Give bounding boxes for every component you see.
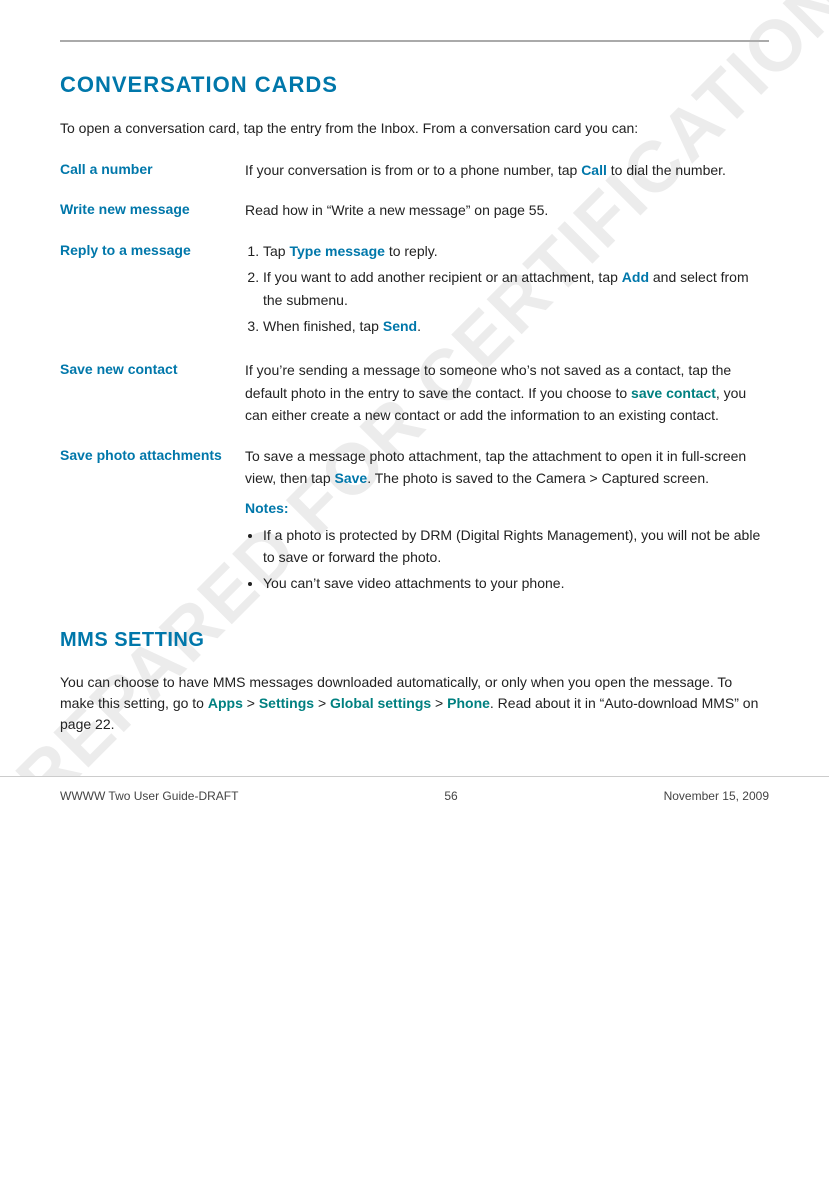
top-rule	[60, 40, 769, 42]
reply-step-3: When finished, tap Send.	[263, 315, 769, 337]
notes-label: Notes:	[245, 497, 769, 519]
desc-save-contact: If you’re sending a message to someone w…	[245, 359, 769, 426]
save-photo-para: To save a message photo attachment, tap …	[245, 445, 769, 490]
apps-link: Apps	[208, 695, 243, 711]
desc-save-photo: To save a message photo attachment, tap …	[245, 445, 769, 599]
phone-link: Phone	[447, 695, 490, 711]
term-call-number: Call a number	[60, 159, 245, 180]
def-row-reply: Reply to a message Tap Type message to r…	[60, 240, 769, 342]
send-link: Send	[383, 318, 417, 334]
reply-step-2: If you want to add another recipient or …	[263, 266, 769, 311]
mms-setting-para: You can choose to have MMS messages down…	[60, 672, 769, 735]
term-save-photo: Save photo attachments	[60, 445, 245, 466]
intro-paragraph: To open a conversation card, tap the ent…	[60, 118, 769, 139]
reply-step-1: Tap Type message to reply.	[263, 240, 769, 262]
add-link: Add	[622, 269, 649, 285]
desc-reply-message: Tap Type message to reply. If you want t…	[245, 240, 769, 342]
def-row-save-photo: Save photo attachments To save a message…	[60, 445, 769, 599]
page: PREPARED FOR CERTIFICATION CONVERSATION …	[0, 0, 829, 815]
desc-call-number: If your conversation is from or to a pho…	[245, 159, 769, 181]
term-write-message: Write new message	[60, 199, 245, 220]
call-link: Call	[581, 162, 607, 178]
section-divider: MMS SETTING	[60, 629, 769, 652]
term-save-contact: Save new contact	[60, 359, 245, 380]
def-row-write: Write new message Read how in “Write a n…	[60, 199, 769, 221]
def-row-save-contact: Save new contact If you’re sending a mes…	[60, 359, 769, 426]
footer: WWWW Two User Guide-DRAFT 56 November 15…	[0, 776, 829, 815]
settings-link: Settings	[259, 695, 314, 711]
content-area: CONVERSATION CARDS To open a conversatio…	[60, 72, 769, 735]
note-item-2: You can’t save video attachments to your…	[263, 572, 769, 594]
type-message-link: Type message	[289, 243, 384, 259]
global-settings-link: Global settings	[330, 695, 431, 711]
save-link: Save	[335, 470, 368, 486]
term-reply-message: Reply to a message	[60, 240, 245, 261]
section1-title: CONVERSATION CARDS	[60, 72, 769, 98]
notes-list: If a photo is protected by DRM (Digital …	[263, 524, 769, 595]
footer-page-number: 56	[238, 789, 663, 803]
footer-left: WWWW Two User Guide-DRAFT	[60, 789, 238, 803]
note-item-1: If a photo is protected by DRM (Digital …	[263, 524, 769, 569]
def-row-call: Call a number If your conversation is fr…	[60, 159, 769, 181]
desc-write-message: Read how in “Write a new message” on pag…	[245, 199, 769, 221]
footer-right: November 15, 2009	[664, 789, 769, 803]
save-contact-link: save contact	[631, 385, 716, 401]
section2-title: MMS SETTING	[60, 629, 769, 652]
definition-list: Call a number If your conversation is fr…	[60, 159, 769, 599]
